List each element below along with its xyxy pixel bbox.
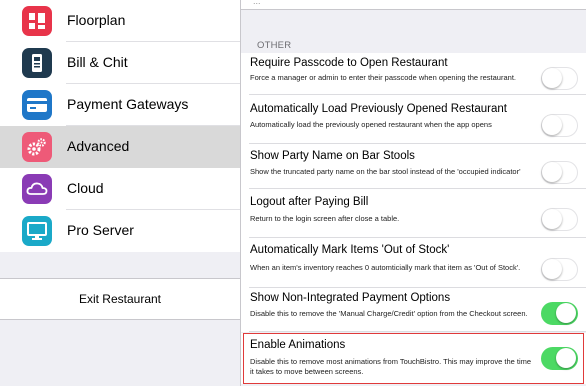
require-passcode-toggle[interactable] <box>541 67 578 90</box>
setting-logout-after-paying: Logout after Paying Bill Return to the l… <box>241 189 586 238</box>
setting-title: Automatically Mark Items 'Out of Stock' <box>250 244 450 256</box>
setting-description: Show the truncated party name on the bar… <box>250 167 521 176</box>
sidebar-item-label: Cloud <box>67 180 104 196</box>
enable-animations-toggle[interactable] <box>541 347 578 370</box>
sidebar-item-cloud[interactable]: Cloud <box>0 168 240 210</box>
setting-title: Automatically Load Previously Opened Res… <box>250 103 507 115</box>
toggle-knob <box>542 162 562 182</box>
toggle-knob <box>542 68 562 88</box>
receipt-printer-icon <box>22 48 52 78</box>
setting-auto-load-restaurant: Automatically Load Previously Opened Res… <box>241 95 586 144</box>
setting-description: Return to the login screen after close a… <box>250 214 400 223</box>
sidebar-item-label: Bill & Chit <box>67 54 128 70</box>
gears-icon <box>22 132 52 162</box>
sidebar-item-label: Floorplan <box>67 12 126 28</box>
setting-title: Enable Animations <box>250 339 346 351</box>
toggle-knob <box>542 259 562 279</box>
floorplan-icon <box>22 6 52 36</box>
auto-out-of-stock-toggle[interactable] <box>541 258 578 281</box>
non-integrated-payments-toggle[interactable] <box>541 302 578 325</box>
setting-enable-animations: Enable Animations Disable this to remove… <box>241 333 586 384</box>
sidebar-item-label: Payment Gateways <box>67 96 189 112</box>
previous-section-cutoff: ... <box>241 0 586 10</box>
toggle-knob <box>556 348 576 368</box>
setting-title: Show Party Name on Bar Stools <box>250 150 415 162</box>
setting-title: Require Passcode to Open Restaurant <box>250 57 448 69</box>
setting-auto-out-of-stock: Automatically Mark Items 'Out of Stock' … <box>241 238 586 288</box>
sidebar-item-label: Advanced <box>67 138 130 154</box>
setting-require-passcode: Require Passcode to Open Restaurant Forc… <box>241 53 586 95</box>
section-header-other: OTHER <box>257 40 292 51</box>
setting-description: When an item's inventory reaches 0 autom… <box>250 263 521 272</box>
party-name-bar-stools-toggle[interactable] <box>541 161 578 184</box>
cutoff-text: ... <box>253 0 261 6</box>
monitor-icon <box>22 216 52 246</box>
setting-description: Automatically load the previously opened… <box>250 120 492 129</box>
toggle-knob <box>542 209 562 229</box>
sidebar-item-floorplan[interactable]: Floorplan <box>0 0 240 42</box>
auto-load-restaurant-toggle[interactable] <box>541 114 578 137</box>
setting-party-name-bar-stools: Show Party Name on Bar Stools Show the t… <box>241 144 586 189</box>
cloud-icon <box>22 174 52 204</box>
setting-description: Disable this to remove most animations f… <box>250 357 532 376</box>
setting-description: Force a manager or admin to enter their … <box>250 73 516 82</box>
sidebar-item-pro-server[interactable]: Pro Server <box>0 210 240 252</box>
exit-restaurant-button[interactable]: Exit Restaurant <box>0 278 240 320</box>
setting-title: Logout after Paying Bill <box>250 196 369 208</box>
credit-card-icon <box>22 90 52 120</box>
setting-non-integrated-payments: Show Non-Integrated Payment Options Disa… <box>241 288 586 332</box>
sidebar-item-advanced[interactable]: Advanced <box>0 126 240 168</box>
exit-restaurant-label: Exit Restaurant <box>78 292 162 306</box>
settings-content: ... OTHER Require Passcode to Open Resta… <box>241 0 586 386</box>
sidebar-item-payment-gateways[interactable]: Payment Gateways <box>0 84 240 126</box>
toggle-knob <box>542 115 562 135</box>
sidebar-item-bill-chit[interactable]: Bill & Chit <box>0 42 240 84</box>
settings-sidebar: Floorplan Bill & Chit Payment Gateways A… <box>0 0 241 386</box>
setting-title: Show Non-Integrated Payment Options <box>250 292 451 304</box>
sidebar-item-label: Pro Server <box>67 222 134 238</box>
toggle-knob <box>556 303 576 323</box>
logout-after-paying-toggle[interactable] <box>541 208 578 231</box>
setting-description: Disable this to remove the 'Manual Charg… <box>250 309 528 318</box>
divider <box>249 331 586 332</box>
